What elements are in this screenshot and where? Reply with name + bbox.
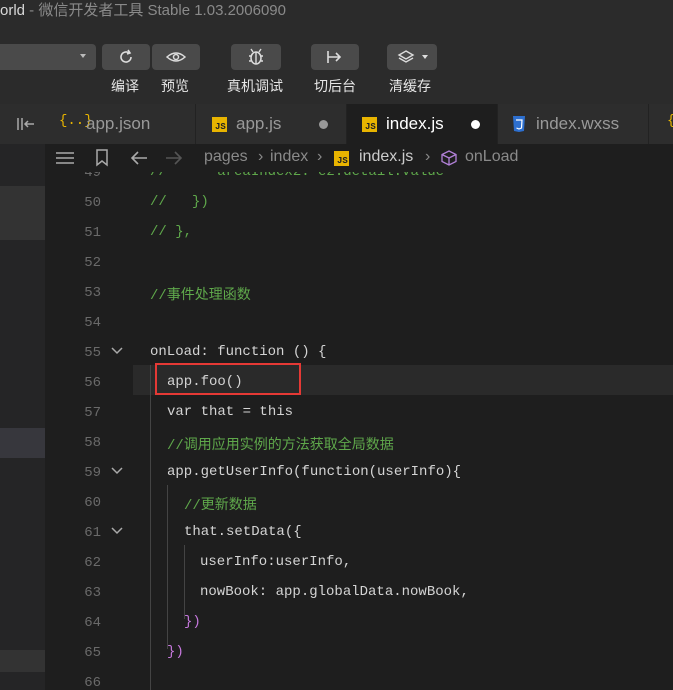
- bug-icon: [249, 48, 263, 65]
- json-icon: {: [667, 113, 673, 129]
- code-line[interactable]: 51 // },: [45, 218, 673, 248]
- explorer-row[interactable]: [0, 186, 45, 240]
- code-line[interactable]: 58 //调用应用实例的方法获取全局数据: [45, 428, 673, 458]
- clear-cache-button[interactable]: [387, 44, 437, 70]
- js-icon: JS: [334, 151, 349, 166]
- layers-icon: [397, 50, 415, 63]
- breadcrumb-item-symbol[interactable]: onLoad: [465, 148, 518, 166]
- code-line[interactable]: 55 onLoad: function () {: [45, 338, 673, 368]
- explorer-row-selected[interactable]: [0, 428, 45, 458]
- code-line[interactable]: 63 nowBook: app.globalData.nowBook,: [45, 578, 673, 608]
- breadcrumb: pages › index › JS index.js › onLoad: [45, 144, 673, 172]
- chevron-down-icon: [422, 55, 428, 59]
- switch-background-button[interactable]: [311, 44, 359, 70]
- back-arrow-icon[interactable]: [130, 150, 148, 166]
- forward-arrow-icon[interactable]: [165, 150, 183, 166]
- code-line[interactable]: 56 app.foo(): [45, 368, 673, 398]
- chevron-down-icon: [80, 54, 86, 58]
- code-line[interactable]: 49 // areaIndex2: e2.detail.value: [45, 172, 673, 188]
- fold-chevron-icon[interactable]: [111, 527, 123, 535]
- code-line[interactable]: 59 app.getUserInfo(function(userInfo){: [45, 458, 673, 488]
- window-title: orld - 微信开发者工具 Stable 1.03.2006090: [0, 2, 286, 19]
- highlight-box: [155, 363, 301, 395]
- js-icon: JS: [212, 117, 227, 132]
- code-line[interactable]: 61 that.setData({: [45, 518, 673, 548]
- preview-button[interactable]: [152, 44, 200, 70]
- file-explorer-panel: [0, 104, 45, 690]
- cube-icon: [441, 150, 457, 166]
- toolbar: 编译 预览 真机调试 切后台 清缓存: [0, 26, 673, 104]
- chevron-right-icon: ›: [258, 148, 264, 165]
- code-line[interactable]: 65 }): [45, 638, 673, 668]
- breadcrumb-item-index[interactable]: index: [270, 148, 308, 166]
- breadcrumb-item-pages[interactable]: pages: [204, 148, 248, 166]
- css-icon: [513, 116, 525, 132]
- chevron-right-icon: ›: [317, 148, 323, 165]
- code-line[interactable]: 64 }): [45, 608, 673, 638]
- tab-overflow[interactable]: {: [649, 104, 673, 144]
- switch-background-label: 切后台: [314, 78, 356, 94]
- code-line-text: nowBook: app.globalData.nowBook,: [200, 584, 469, 600]
- tab-app-json[interactable]: {..} app.json: [45, 104, 196, 144]
- compile-label: 编译: [111, 78, 139, 94]
- compile-button[interactable]: [102, 44, 150, 70]
- code-line[interactable]: 62 userInfo:userInfo,: [45, 548, 673, 578]
- code-line[interactable]: 54: [45, 308, 673, 338]
- fold-chevron-icon[interactable]: [111, 347, 123, 355]
- list-icon[interactable]: [55, 150, 75, 166]
- code-line[interactable]: 66: [45, 668, 673, 690]
- tab-app-js[interactable]: JS app.js: [196, 104, 347, 144]
- unsaved-dot-icon[interactable]: [471, 120, 480, 129]
- clear-cache-label: 清缓存: [389, 78, 431, 94]
- code-line[interactable]: 57 var that = this: [45, 398, 673, 428]
- code-editor[interactable]: 49 // areaIndex2: e2.detail.value 50 // …: [45, 172, 673, 690]
- fold-chevron-icon[interactable]: [111, 467, 123, 475]
- code-line[interactable]: 53 //事件处理函数: [45, 278, 673, 308]
- eye-icon: [166, 52, 186, 62]
- tab-index-js[interactable]: JS index.js: [347, 104, 498, 144]
- collapse-sidebar-icon[interactable]: [0, 104, 45, 144]
- code-line-text: userInfo:userInfo,: [200, 554, 352, 570]
- preview-label: 预览: [161, 78, 189, 94]
- code-line-text: var that = this: [167, 404, 294, 420]
- code-line-text: app.getUserInfo(function(userInfo){: [167, 464, 462, 480]
- bookmark-icon[interactable]: [95, 149, 109, 167]
- js-icon: JS: [362, 117, 377, 132]
- code-line-text: onLoad: function () {: [150, 344, 327, 360]
- code-line-text: that.setData({: [184, 524, 302, 540]
- chevron-right-icon: ›: [425, 148, 431, 165]
- remote-debug-label: 真机调试: [227, 78, 283, 94]
- remote-debug-button[interactable]: [231, 44, 281, 70]
- refresh-icon: [120, 49, 132, 63]
- switch-icon: [327, 51, 342, 63]
- explorer-row[interactable]: [0, 650, 45, 672]
- title-bar: orld - 微信开发者工具 Stable 1.03.2006090: [0, 0, 673, 26]
- breadcrumb-item-file[interactable]: index.js: [359, 148, 413, 166]
- editor-tabs: {..} app.json JS app.js JS index.js inde…: [45, 104, 673, 144]
- unsaved-dot-icon[interactable]: [319, 120, 328, 129]
- code-line[interactable]: 50 // }): [45, 188, 673, 218]
- code-line[interactable]: 52: [45, 248, 673, 278]
- compile-mode-dropdown[interactable]: [0, 44, 96, 70]
- code-line[interactable]: 60 //更新数据: [45, 488, 673, 518]
- tab-index-wxss[interactable]: index.wxss: [498, 104, 649, 144]
